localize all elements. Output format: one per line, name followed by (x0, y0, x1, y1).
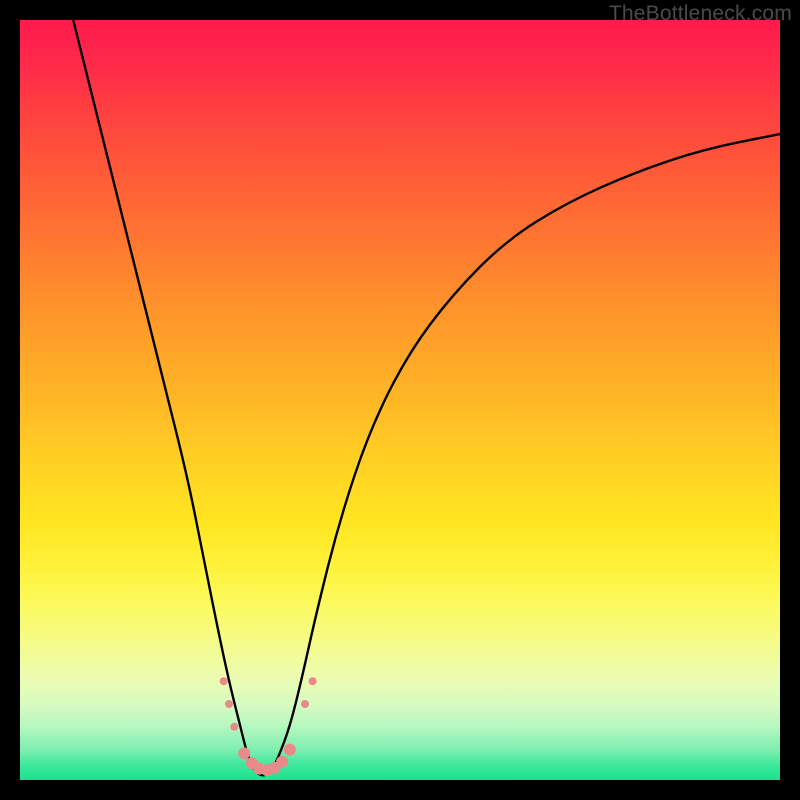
marker-dot (301, 700, 309, 708)
marker-dot (238, 747, 250, 759)
chart-svg (20, 20, 780, 780)
curve-line (73, 20, 780, 775)
marker-dot (220, 677, 228, 685)
marker-dot (309, 677, 317, 685)
marker-dot (225, 700, 233, 708)
marker-dot (284, 744, 296, 756)
marker-dot (276, 756, 288, 768)
curve-markers (220, 677, 317, 776)
chart-frame (20, 20, 780, 780)
watermark-text: TheBottleneck.com (609, 2, 792, 26)
marker-dot (230, 723, 238, 731)
